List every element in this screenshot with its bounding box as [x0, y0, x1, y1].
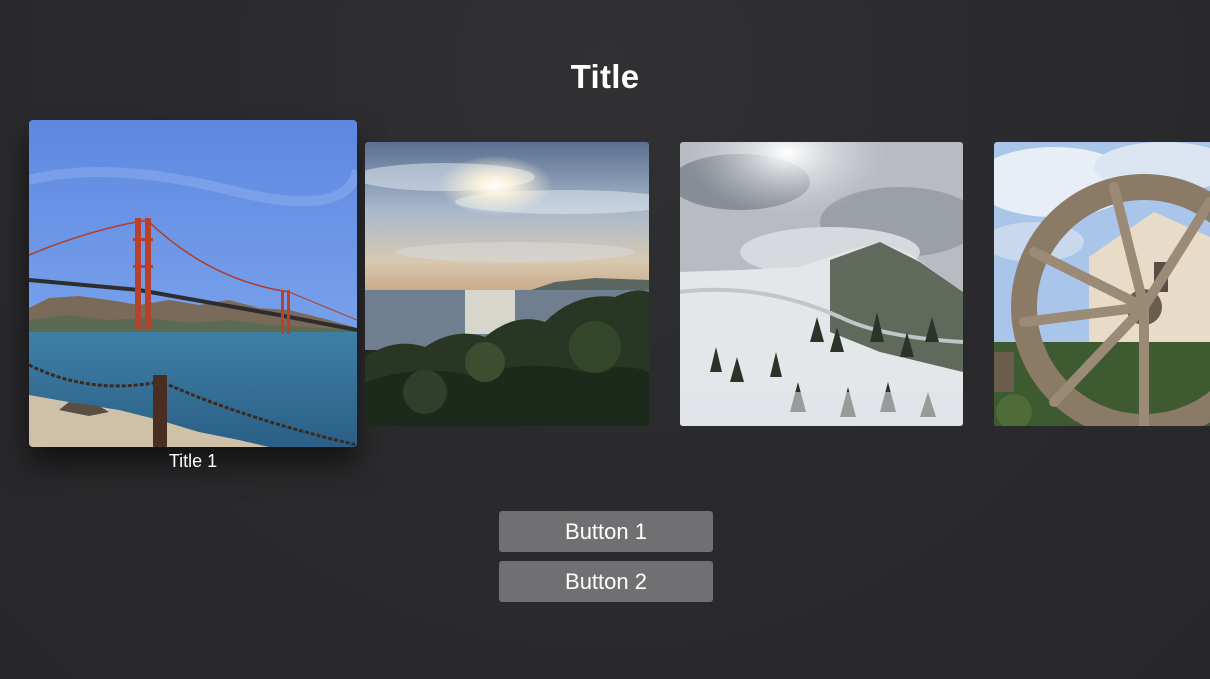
carousel-item-2[interactable]: [365, 142, 649, 426]
water-wheel-image: [994, 142, 1210, 426]
carousel-item-3[interactable]: [680, 142, 963, 426]
page-title: Title: [570, 58, 640, 95]
ocean-sunset-image: [365, 142, 649, 426]
snowy-mountain-image: [680, 142, 963, 426]
button-2[interactable]: Button 2: [499, 561, 713, 602]
carousel-item-1-title: Title 1: [168, 451, 218, 471]
tv-screen: Title Title 1 Button 1 Button 2: [0, 0, 1210, 679]
golden-gate-bridge-image: [29, 120, 357, 447]
carousel-item-1[interactable]: [29, 120, 357, 447]
carousel-item-4[interactable]: [994, 142, 1210, 426]
button-1[interactable]: Button 1: [499, 511, 713, 552]
